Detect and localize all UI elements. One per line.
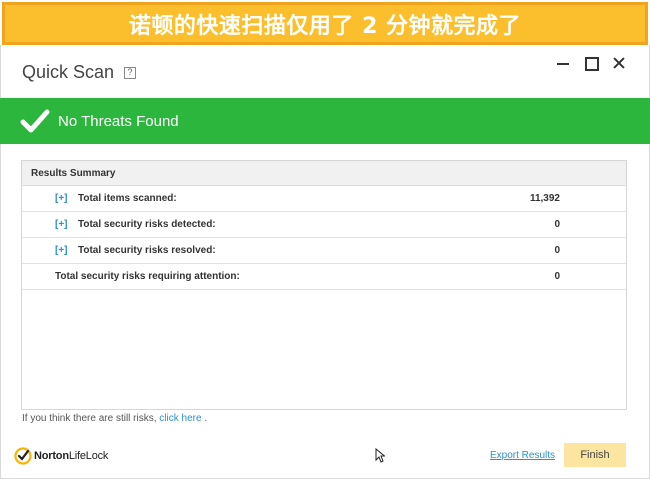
click-here-link[interactable]: click here (159, 413, 201, 424)
hint-suffix: . (204, 413, 208, 424)
row-value: 11,392 (529, 193, 560, 204)
table-row: Total security risks requiring attention… (22, 264, 626, 290)
norton-check-icon (14, 447, 32, 465)
logo-text-bold: Norton (34, 450, 69, 462)
table-row: [+] Total items scanned: 11,392 (22, 186, 626, 212)
nortonlifelock-logo: NortonLifeLock (14, 447, 108, 465)
title-row: Quick Scan ? (22, 62, 137, 83)
window-controls (556, 56, 626, 71)
row-label: Total security risks detected: (78, 219, 216, 230)
row-label: Total security risks resolved: (78, 245, 216, 256)
checkmark-icon (20, 109, 50, 133)
help-icon[interactable]: ? (124, 66, 137, 79)
status-text: No Threats Found (58, 112, 179, 130)
results-summary-panel: Results Summary [+] Total items scanned:… (21, 160, 627, 410)
logo-text: NortonLifeLock (34, 450, 108, 462)
risk-hint: If you think there are still risks, clic… (22, 413, 207, 424)
logo-text-regular: LifeLock (68, 450, 109, 462)
expand-toggle[interactable]: [+] (55, 245, 68, 256)
table-row: [+] Total security risks resolved: 0 (22, 238, 626, 264)
row-value: 0 (554, 219, 560, 230)
export-results-link[interactable]: Export Results (490, 450, 555, 461)
expand-toggle[interactable]: [+] (55, 219, 68, 230)
annotation-banner: 诺顿的快速扫描仅用了 2 分钟就完成了 (2, 2, 648, 45)
minimize-icon[interactable] (556, 56, 570, 70)
window-title: Quick Scan (22, 62, 115, 82)
finish-button[interactable]: Finish (564, 443, 626, 467)
hint-text: If you think there are still risks, (22, 413, 157, 424)
results-summary-header: Results Summary (22, 161, 626, 186)
table-row: [+] Total security risks detected: 0 (22, 212, 626, 238)
expand-toggle[interactable]: [+] (55, 193, 68, 204)
mouse-pointer-icon (375, 448, 385, 463)
row-value: 0 (554, 245, 560, 256)
row-label: Total security risks requiring attention… (55, 271, 240, 282)
status-bar: No Threats Found (0, 98, 650, 144)
row-label: Total items scanned: (78, 193, 177, 204)
banner-text: 诺顿的快速扫描仅用了 2 分钟就完成了 (128, 13, 522, 39)
maximize-icon[interactable] (584, 56, 599, 71)
close-icon[interactable] (612, 56, 626, 70)
row-value: 0 (554, 271, 560, 282)
